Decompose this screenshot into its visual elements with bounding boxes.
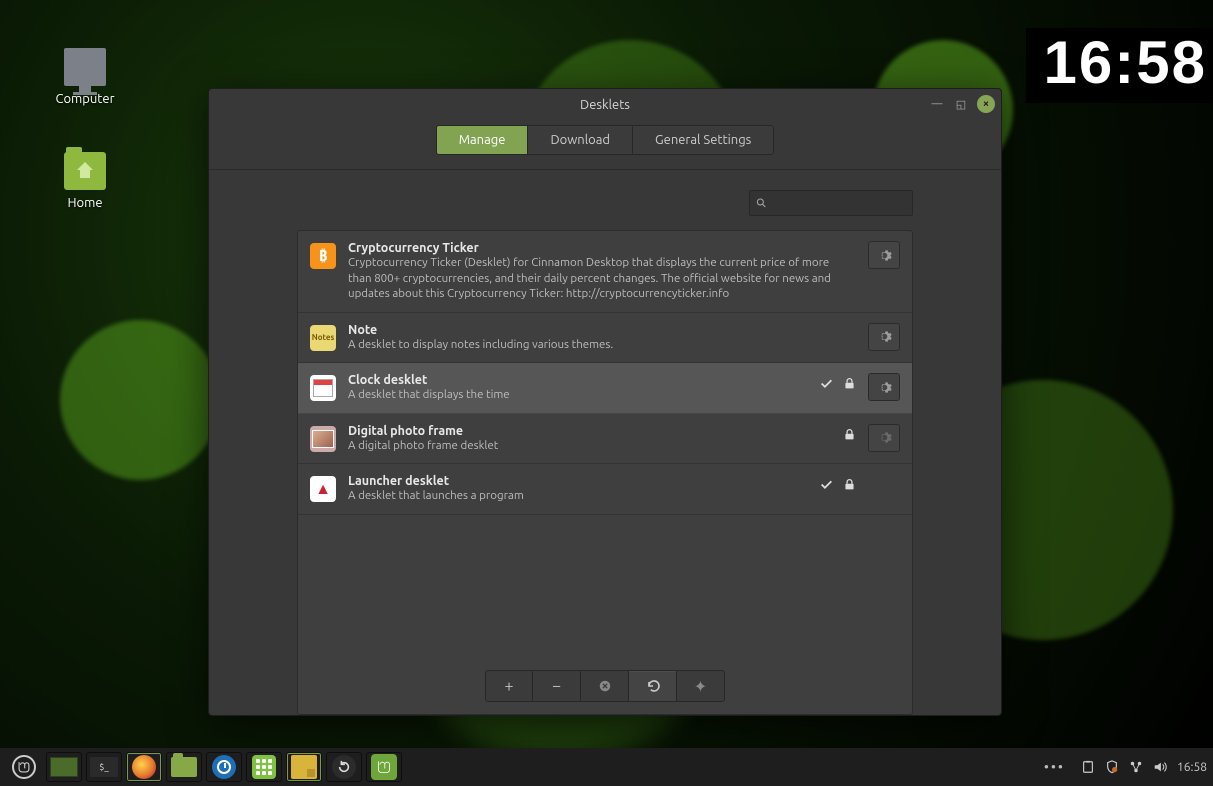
panel-app-files[interactable] xyxy=(166,752,202,782)
lock-icon xyxy=(843,428,856,441)
desktop-icon-computer[interactable]: Computer xyxy=(30,48,140,106)
window-title: Desklets xyxy=(580,98,630,112)
settings-button[interactable] xyxy=(868,373,900,401)
desklet-text: Cryptocurrency TickerCryptocurrency Tick… xyxy=(348,241,844,302)
desklet-row[interactable]: Digital photo frameA digital photo frame… xyxy=(298,414,912,465)
home-folder-icon xyxy=(64,152,106,190)
desklet-description: A digital photo frame desklet xyxy=(348,438,831,454)
search-input[interactable] xyxy=(773,196,906,210)
panel-app-apps-grid[interactable] xyxy=(246,752,282,782)
desklet-title: Clock desklet xyxy=(348,373,808,387)
menu-button[interactable] xyxy=(12,755,36,779)
desklet-title: Digital photo frame xyxy=(348,424,831,438)
desklet-badges xyxy=(820,373,856,390)
list-toolbar: + − ✦ xyxy=(298,658,912,714)
minimize-button[interactable]: — xyxy=(929,96,945,112)
check-icon xyxy=(820,478,833,491)
settings-button[interactable] xyxy=(868,424,900,452)
tab-manage[interactable]: Manage xyxy=(437,126,529,154)
panel-app-mint[interactable] xyxy=(366,752,402,782)
panel-app-clock-app[interactable] xyxy=(206,752,242,782)
desklet-description: A desklet that displays the time xyxy=(348,387,808,403)
tab-download[interactable]: Download xyxy=(528,126,633,154)
desklet-row[interactable]: ₿ Cryptocurrency TickerCryptocurrency Tic… xyxy=(298,231,912,313)
remove-button[interactable]: − xyxy=(533,670,581,702)
desktop-icon-home[interactable]: Home xyxy=(30,152,140,210)
note-icon: Notes xyxy=(310,325,336,351)
bottom-panel: $_ ••• 16:58 xyxy=(0,748,1213,786)
settings-button[interactable] xyxy=(868,323,900,351)
mint-logo-icon xyxy=(17,760,31,774)
launcher-icon: ▲ xyxy=(310,476,336,502)
desklet-row[interactable]: ▲ Launcher deskletA desklet that launches… xyxy=(298,464,912,515)
desklet-row[interactable]: Clock deskletA desklet that displays the… xyxy=(298,363,912,414)
desklets-window: Desklets — ◱ × Manage Download General S… xyxy=(208,88,1002,716)
desklet-title: Launcher desklet xyxy=(348,474,808,488)
delete-button[interactable] xyxy=(581,670,629,702)
desklets-list: ₿ Cryptocurrency TickerCryptocurrency Tic… xyxy=(297,230,913,715)
desklet-description: A desklet that launches a program xyxy=(348,488,808,504)
tray-overflow-icon[interactable]: ••• xyxy=(1044,759,1065,775)
panel-app-firefox[interactable] xyxy=(126,752,162,782)
undo-button[interactable] xyxy=(629,670,677,702)
search-icon xyxy=(756,197,767,209)
maximize-button[interactable]: ◱ xyxy=(953,96,969,112)
check-icon xyxy=(820,377,833,390)
settings-button[interactable] xyxy=(868,241,900,269)
clipboard-icon[interactable] xyxy=(1081,760,1095,774)
panel-app-restart[interactable] xyxy=(326,752,362,782)
desklet-badges xyxy=(820,474,856,491)
computer-icon xyxy=(64,48,106,86)
lock-icon xyxy=(843,377,856,390)
desklet-title: Cryptocurrency Ticker xyxy=(348,241,844,255)
tab-bar: Manage Download General Settings xyxy=(209,121,1001,170)
desklet-description: A desklet to display notes including var… xyxy=(348,337,844,353)
panel-app-show-desktop[interactable] xyxy=(46,752,82,782)
close-button[interactable]: × xyxy=(977,95,995,113)
desklet-title: Note xyxy=(348,323,844,337)
desklet-text: Digital photo frameA digital photo frame… xyxy=(348,424,831,454)
desktop-icon-label: Home xyxy=(30,196,140,210)
photo-icon xyxy=(310,426,336,452)
panel-clock[interactable]: 16:58 xyxy=(1177,761,1207,774)
network-icon[interactable] xyxy=(1129,760,1143,774)
bitcoin-icon: ₿ xyxy=(310,243,336,269)
clock-desklet[interactable]: 16:58 xyxy=(1026,28,1213,103)
shield-icon[interactable] xyxy=(1105,760,1119,774)
volume-icon[interactable] xyxy=(1153,760,1167,774)
desklet-text: NoteA desklet to display notes including… xyxy=(348,323,844,353)
titlebar[interactable]: Desklets — ◱ × xyxy=(209,89,1001,121)
system-tray: ••• 16:58 xyxy=(1044,759,1207,775)
desklet-text: Clock deskletA desklet that displays the… xyxy=(348,373,808,403)
desklet-badges xyxy=(843,424,856,441)
search-box[interactable] xyxy=(749,190,913,216)
clock-desklet-time: 16:58 xyxy=(1044,29,1207,96)
add-button[interactable]: + xyxy=(485,670,533,702)
calendar-icon xyxy=(310,375,336,401)
highlight-button[interactable]: ✦ xyxy=(677,670,725,702)
desklet-text: Launcher deskletA desklet that launches … xyxy=(348,474,808,504)
desklet-row[interactable]: Notes NoteA desklet to display notes incl… xyxy=(298,313,912,364)
tab-general-settings[interactable]: General Settings xyxy=(633,126,773,154)
desklet-description: Cryptocurrency Ticker (Desklet) for Cinn… xyxy=(348,255,844,302)
lock-icon xyxy=(843,478,856,491)
panel-app-notes[interactable] xyxy=(286,752,322,782)
panel-app-terminal[interactable]: $_ xyxy=(86,752,122,782)
